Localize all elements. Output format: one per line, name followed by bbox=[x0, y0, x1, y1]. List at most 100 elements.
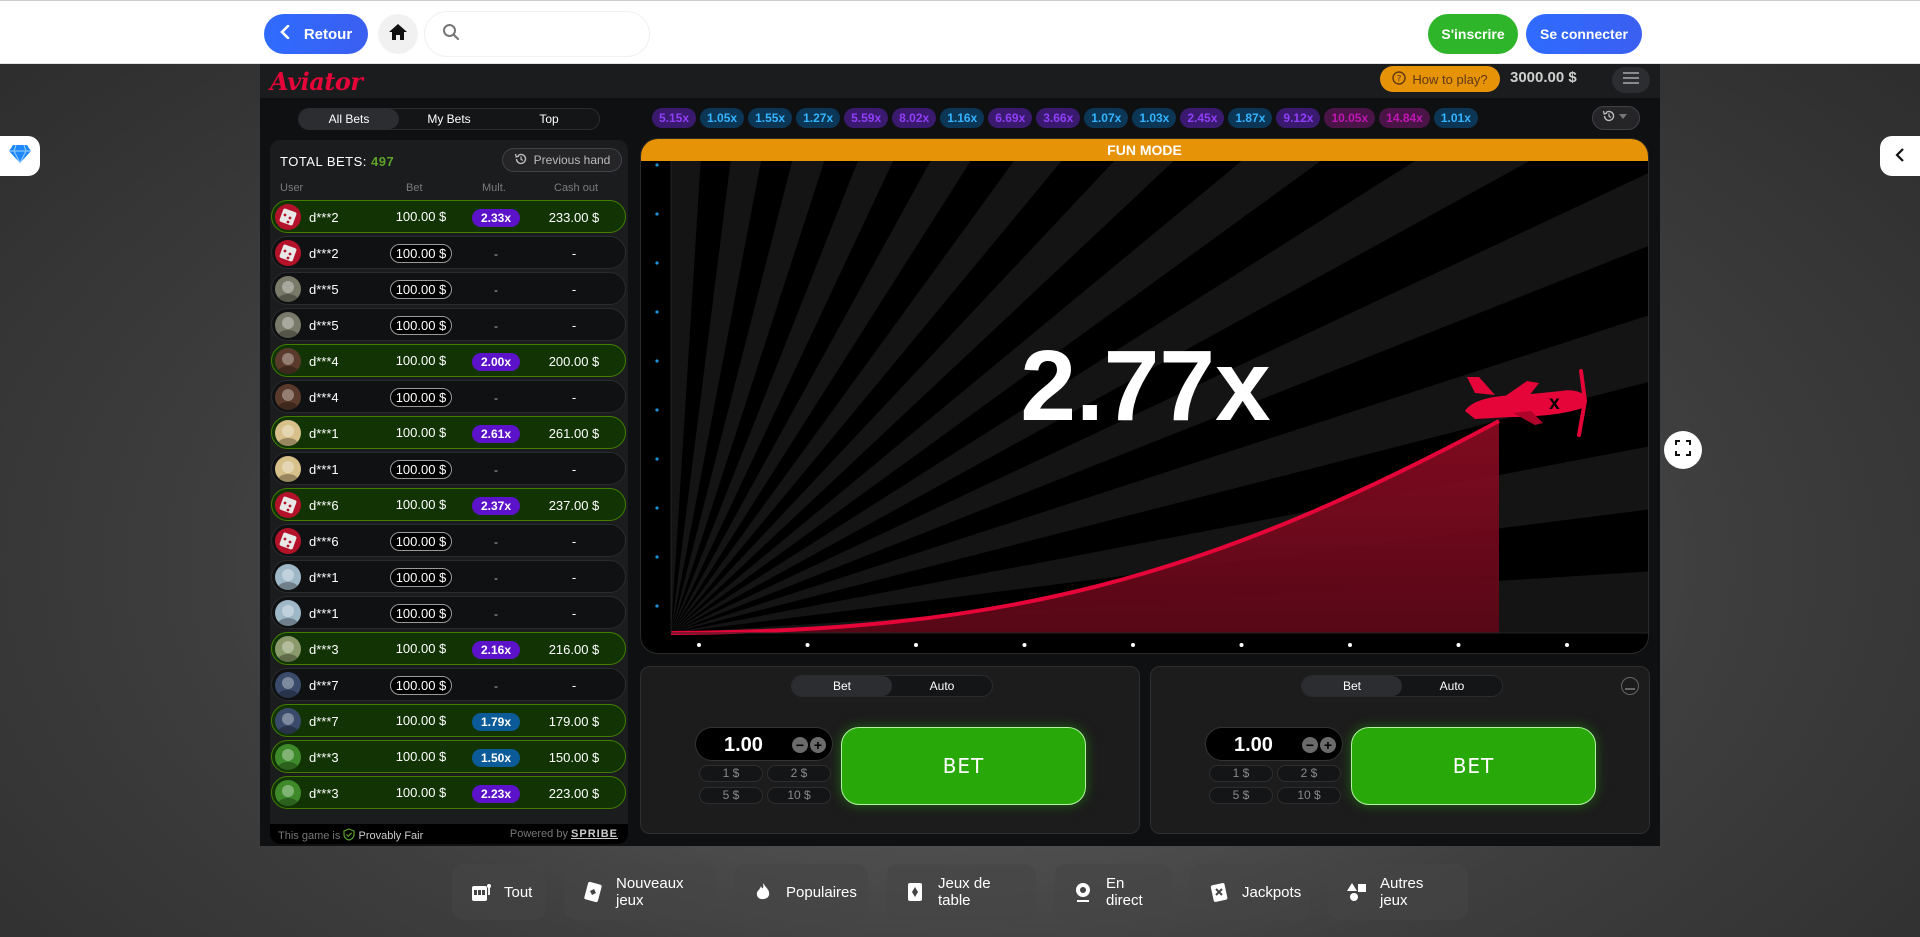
bet-amount: 100.00 $ bbox=[390, 244, 452, 263]
previous-hand-button[interactable]: Previous hand bbox=[502, 148, 622, 172]
tab-top[interactable]: Top bbox=[499, 109, 599, 129]
x-axis-dot bbox=[697, 643, 701, 647]
quick-amount-2[interactable]: 2 $ bbox=[767, 765, 831, 782]
home-icon bbox=[388, 23, 408, 46]
quick-amount-2[interactable]: 2 $ bbox=[1277, 765, 1341, 782]
plus-icon[interactable]: + bbox=[810, 737, 826, 753]
history-chip[interactable]: 1.01x bbox=[1433, 108, 1478, 128]
bet-cashout: 179.00 $ bbox=[548, 714, 600, 729]
bet-amount: 100.00 $ bbox=[390, 676, 452, 695]
bets-panel: All Bets My Bets Top TOTAL BETS: 497 Pre… bbox=[270, 104, 628, 844]
history-chip[interactable]: 1.87x bbox=[1228, 108, 1273, 128]
table-row: d***1 100.00 $ - - bbox=[271, 560, 626, 593]
quick-amount-1[interactable]: 1 $ bbox=[699, 765, 763, 782]
quick-amount-10[interactable]: 10 $ bbox=[767, 787, 831, 804]
history-chip[interactable]: 5.59x bbox=[844, 108, 889, 128]
category-label: Jackpots bbox=[1242, 883, 1302, 901]
avatar bbox=[275, 744, 301, 770]
question-icon: ? bbox=[1392, 70, 1407, 88]
shield-icon bbox=[343, 828, 358, 842]
bet-user: d***6 bbox=[309, 498, 339, 513]
category-autres-jeux[interactable]: Autres jeux bbox=[1328, 864, 1468, 920]
tab-bet[interactable]: Bet bbox=[792, 676, 892, 696]
quick-amount-1[interactable]: 1 $ bbox=[1209, 765, 1273, 782]
history-chip[interactable]: 5.15x bbox=[652, 108, 697, 128]
tab-auto[interactable]: Auto bbox=[1402, 676, 1502, 696]
minus-icon[interactable]: − bbox=[1302, 737, 1318, 753]
powered-by-label: Powered by bbox=[509, 828, 568, 840]
search-input[interactable] bbox=[470, 26, 640, 42]
chevron-left-icon bbox=[1895, 145, 1905, 168]
category-jeux-de-table[interactable]: Jeux de table bbox=[886, 864, 1036, 920]
back-button[interactable]: Retour bbox=[264, 14, 368, 54]
bet-amount-stepper[interactable]: 1.00 − + bbox=[695, 727, 833, 761]
side-tab-right[interactable] bbox=[1880, 136, 1920, 176]
svg-text:?: ? bbox=[1397, 74, 1402, 84]
jackpot-icon bbox=[1208, 881, 1230, 903]
plus-icon[interactable]: + bbox=[1320, 737, 1336, 753]
bet-button[interactable]: BET bbox=[841, 727, 1086, 805]
history-chip[interactable]: 10.05x bbox=[1324, 108, 1376, 128]
avatar bbox=[275, 276, 301, 302]
category-tout[interactable]: Tout bbox=[452, 864, 546, 920]
provably-fair[interactable]: This game is Provably Fair bbox=[278, 828, 423, 842]
bet-cashout: - bbox=[571, 534, 577, 549]
bet-amount-stepper[interactable]: 1.00 − + bbox=[1205, 727, 1343, 761]
tab-auto[interactable]: Auto bbox=[892, 676, 992, 696]
table-row: d***1 100.00 $ - - bbox=[271, 596, 626, 629]
history-chip[interactable]: 1.03x bbox=[1132, 108, 1177, 128]
bet-multiplier: - bbox=[494, 463, 498, 477]
powered-by: Powered by SPRIBE bbox=[510, 828, 618, 840]
fullscreen-button[interactable] bbox=[1664, 431, 1702, 469]
bet-multiplier: 1.79x bbox=[472, 713, 520, 731]
bet-amount: 100.00 $ bbox=[390, 460, 452, 479]
history-chip[interactable]: 1.27x bbox=[796, 108, 841, 128]
side-tab-left[interactable] bbox=[0, 136, 40, 176]
how-to-play-button[interactable]: ? How to play? bbox=[1380, 66, 1500, 92]
history-chip[interactable]: 6.69x bbox=[988, 108, 1033, 128]
avatar bbox=[275, 780, 301, 806]
bet-mode-switch: Bet Auto bbox=[791, 675, 993, 697]
quick-amount-10[interactable]: 10 $ bbox=[1277, 787, 1341, 804]
y-axis-dot bbox=[655, 212, 659, 216]
home-button[interactable] bbox=[378, 14, 418, 54]
history-chip[interactable]: 3.66x bbox=[1036, 108, 1081, 128]
category-populaires[interactable]: Populaires bbox=[734, 864, 868, 920]
tab-bet[interactable]: Bet bbox=[1302, 676, 1402, 696]
category-en-direct[interactable]: En direct bbox=[1054, 864, 1172, 920]
history-chip[interactable]: 14.84x bbox=[1379, 108, 1430, 128]
category-label: Tout bbox=[504, 883, 533, 901]
tab-my-bets[interactable]: My Bets bbox=[399, 109, 499, 129]
slot-machine-icon bbox=[470, 881, 492, 903]
history-chip[interactable]: 1.07x bbox=[1084, 108, 1129, 128]
spribe-logo: SPRIBE bbox=[571, 828, 618, 840]
quick-amount-5[interactable]: 5 $ bbox=[1209, 787, 1273, 804]
category-jackpots[interactable]: Jackpots bbox=[1190, 864, 1310, 920]
tab-all-bets[interactable]: All Bets bbox=[299, 109, 399, 129]
how-to-play-label: How to play? bbox=[1412, 71, 1488, 87]
bet-user: d***1 bbox=[309, 426, 339, 441]
remove-panel-button[interactable] bbox=[1621, 677, 1639, 695]
history-chip[interactable]: 8.02x bbox=[892, 108, 937, 128]
game-frame: Aviator ? How to play? 3000.00 $ All Bet… bbox=[260, 64, 1660, 846]
history-chip[interactable]: 1.16x bbox=[940, 108, 985, 128]
history-chip[interactable]: 1.55x bbox=[748, 108, 793, 128]
provably-fair-label: Provably Fair bbox=[358, 830, 424, 842]
bet-user: d***4 bbox=[309, 354, 339, 369]
search-box[interactable] bbox=[424, 11, 650, 57]
history-chip[interactable]: 2.45x bbox=[1180, 108, 1225, 128]
bet-cashout: 223.00 $ bbox=[548, 786, 600, 801]
bet-cashout: 200.00 $ bbox=[548, 354, 600, 369]
history-chip[interactable]: 1.05x bbox=[700, 108, 745, 128]
history-chip[interactable]: 9.12x bbox=[1276, 108, 1321, 128]
category-nouveaux-jeux[interactable]: Nouveaux jeux bbox=[564, 864, 716, 920]
menu-button[interactable] bbox=[1612, 67, 1650, 93]
history-dropdown-button[interactable] bbox=[1592, 106, 1640, 130]
minus-icon[interactable]: − bbox=[792, 737, 808, 753]
quick-amount-5[interactable]: 5 $ bbox=[699, 787, 763, 804]
bet-button[interactable]: BET bbox=[1351, 727, 1596, 805]
login-button[interactable]: Se connecter bbox=[1526, 14, 1642, 54]
signup-button[interactable]: S'inscrire bbox=[1428, 14, 1518, 54]
chevron-left-icon bbox=[279, 24, 290, 43]
history-icon bbox=[514, 152, 528, 169]
